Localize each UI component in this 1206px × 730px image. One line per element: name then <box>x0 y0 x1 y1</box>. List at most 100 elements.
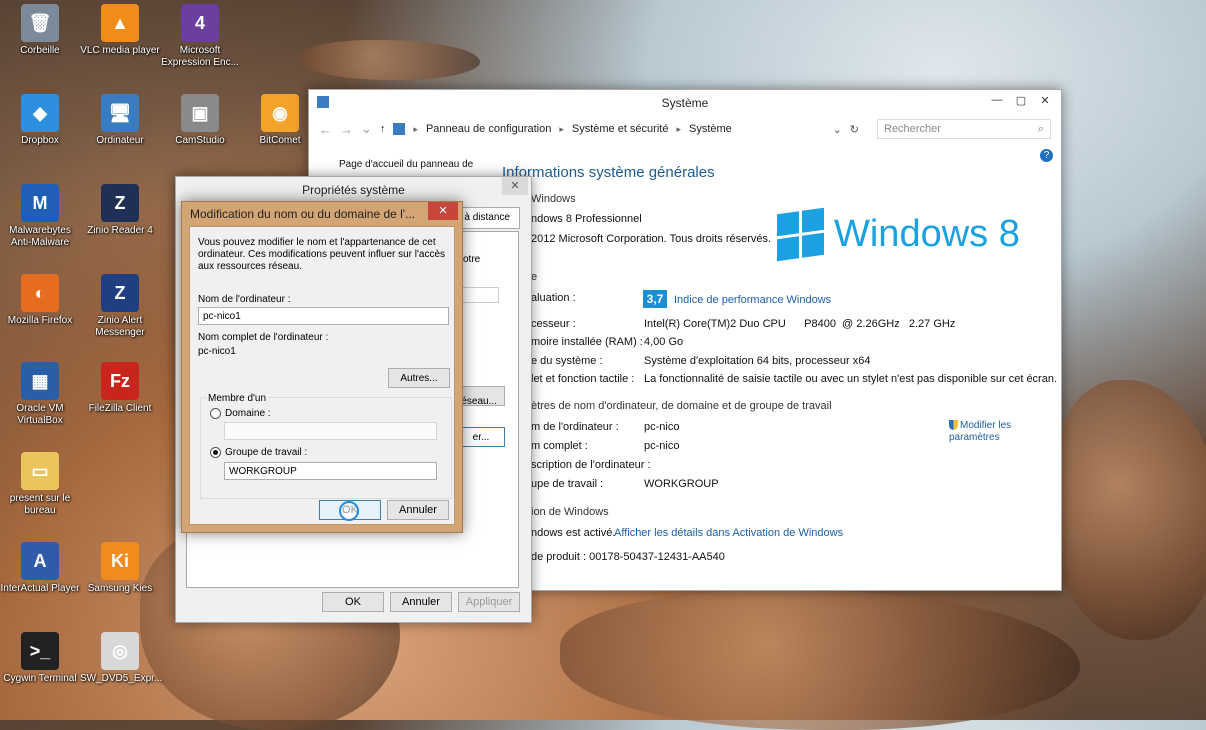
desktop-shortcut-label: present sur le bureau <box>9 493 71 516</box>
rename-computer-dialog[interactable]: Modification du nom ou du domaine de l'.… <box>181 201 463 533</box>
desktop-shortcut[interactable]: >_ Cygwin Terminal <box>0 632 80 685</box>
modify-settings-link[interactable]: Modifier les paramètres <box>949 420 1029 444</box>
properties-cancel-button[interactable]: Annuler <box>390 592 452 612</box>
desktop-shortcut[interactable]: ◆ Dropbox <box>0 94 80 147</box>
breadcrumb-item[interactable]: Système et sécurité <box>572 123 669 135</box>
shield-icon <box>949 420 958 430</box>
edition-value: ndows 8 Professionnel <box>531 213 642 225</box>
breadcrumb-separator: ▸ <box>413 123 418 134</box>
system-window-icon <box>317 96 329 108</box>
desktop-shortcut[interactable]: Z Zinio Reader 4 <box>80 184 160 237</box>
workgroup-radio-label: Groupe de travail : <box>225 447 308 458</box>
change-button[interactable]: er... <box>457 427 505 447</box>
breadcrumb-item[interactable]: Système <box>689 123 732 135</box>
minimize-icon[interactable]: — <box>985 90 1009 110</box>
properties-close-button[interactable]: ✕ <box>502 177 528 195</box>
windows8-logo-text: Windows 8 <box>834 213 1020 255</box>
ram-label: moire installée (RAM) : <box>531 336 643 348</box>
activation-details-link[interactable]: Afficher les détails dans Activation de … <box>614 527 843 539</box>
chevron-down-icon[interactable]: ⌄ <box>361 121 372 137</box>
search-icon[interactable]: ⌕ <box>1038 123 1044 136</box>
forward-arrow-icon[interactable]: → <box>340 122 353 137</box>
desktop-shortcut-label: CamStudio <box>175 135 225 146</box>
desktop-shortcut[interactable]: 🖥 Ordinateur <box>80 94 160 147</box>
rating-label: aluation : <box>531 292 576 304</box>
dialog-titlebar[interactable]: Modification du nom ou du domaine de l'.… <box>182 202 462 226</box>
workgroup-radio[interactable]: Groupe de travail : <box>210 447 307 458</box>
copyright-text: 2012 Microsoft Corporation. Tous droits … <box>531 233 772 245</box>
desktop-shortcut[interactable]: 4 Microsoft Expression Enc... <box>160 4 240 69</box>
desktop-shortcut[interactable]: 🗑 Corbeille <box>0 4 80 57</box>
dialog-body: Vous pouvez modifier le nom et l'apparte… <box>189 226 455 525</box>
desktop-shortcut[interactable]: A InterActual Player <box>0 542 80 595</box>
desktop-shortcut-label: Samsung Kies <box>87 583 153 594</box>
dropbox-icon: ◆ <box>21 94 59 132</box>
description-label: scription de l'ordinateur : <box>531 459 651 471</box>
breadcrumb-item[interactable]: Panneau de configuration <box>426 123 551 135</box>
page-heading: Informations système générales <box>502 164 715 181</box>
workgroup-input[interactable]: WORKGROUP <box>224 462 437 480</box>
zinio-reader-icon: Z <box>101 184 139 222</box>
desktop-shortcut[interactable]: Fz FileZilla Client <box>80 362 160 415</box>
refresh-icon[interactable]: ↻ <box>850 123 859 136</box>
computer-name-section-title: ètres de nom d'ordinateur, de domaine et… <box>531 400 832 412</box>
desktop-shortcut-label: InterActual Player <box>0 583 80 594</box>
performance-index-link[interactable]: Indice de performance Windows <box>674 294 831 306</box>
member-of-label: Membre d'un <box>206 393 269 404</box>
desktop-shortcut[interactable]: ◐ Mozilla Firefox <box>0 274 80 327</box>
domain-radio[interactable]: Domaine : <box>210 408 271 419</box>
mouse-cursor-indicator <box>339 501 359 521</box>
background-rock <box>560 590 1080 730</box>
help-icon[interactable]: ? <box>1040 149 1053 162</box>
activation-status: ndows est activé. <box>531 527 616 539</box>
processor-value: Intel(R) Core(TM)2 Duo CPU P8400 @ 2.26G… <box>644 318 956 330</box>
activation-section-title: ion de Windows <box>531 506 609 518</box>
system-window-title: Système <box>661 96 709 110</box>
radio-checked-icon <box>210 447 221 458</box>
properties-titlebar[interactable]: Propriétés système <box>176 177 531 203</box>
search-input[interactable]: Rechercher ⌕ <box>877 119 1051 139</box>
edition-section-title: Windows <box>531 193 576 205</box>
desktop-shortcut[interactable]: ▭ present sur le bureau <box>0 452 80 517</box>
desktop-shortcut[interactable]: Ki Samsung Kies <box>80 542 160 595</box>
network-id-button[interactable]: e réseau... <box>457 385 505 407</box>
camstudio-icon: ▣ <box>181 94 219 132</box>
properties-apply-button[interactable]: Appliquer <box>458 592 520 612</box>
more-button[interactable]: Autres... <box>388 368 450 388</box>
desktop-shortcut[interactable]: ▲ VLC media player <box>80 4 160 57</box>
system-type-label: e du système : <box>531 355 603 367</box>
windows8-logo: Windows 8 <box>777 207 1020 262</box>
back-arrow-icon[interactable]: ← <box>319 122 332 137</box>
domain-input[interactable] <box>224 422 437 440</box>
desktop-shortcut[interactable]: Z Zinio Alert Messenger <box>80 274 160 339</box>
workgroup-label: upe de travail : <box>531 478 604 490</box>
computer-icon: 🖥 <box>101 94 139 132</box>
desktop-shortcut[interactable]: M Malwarebytes Anti-Malware <box>0 184 80 249</box>
firefox-icon: ◐ <box>21 274 59 312</box>
desktop-shortcut[interactable]: ◎ SW_DVD5_Expr... <box>80 632 162 685</box>
desktop-shortcut-label: Microsoft Expression Enc... <box>161 45 239 68</box>
desktop-shortcut[interactable]: ▣ CamStudio <box>160 94 240 147</box>
full-name-label: m complet : <box>531 440 588 452</box>
address-bar[interactable]: ← → ⌄ ↑ ▸ Panneau de configuration ▸ Sys… <box>309 116 1061 142</box>
dialog-cancel-button[interactable]: Annuler <box>387 500 449 520</box>
desktop-shortcut-label: Oracle VM VirtualBox <box>16 403 64 426</box>
desktop-shortcut-label: Mozilla Firefox <box>7 315 73 326</box>
up-arrow-icon[interactable]: ↑ <box>380 123 386 135</box>
system-titlebar[interactable]: Système — ▢ ✕ <box>309 90 1061 116</box>
desktop-shortcut[interactable]: ▦ Oracle VM VirtualBox <box>0 362 80 427</box>
sidebar-link-home[interactable]: Page d'accueil du panneau de configurati… <box>339 158 489 172</box>
dialog-close-button[interactable]: ✕ <box>428 202 458 220</box>
domain-radio-label: Domaine : <box>225 408 271 419</box>
properties-ok-button[interactable]: OK <box>322 592 384 612</box>
virtualbox-icon: ▦ <box>21 362 59 400</box>
close-icon[interactable]: ✕ <box>1033 90 1057 110</box>
search-placeholder: Rechercher <box>884 123 941 135</box>
dropdown-icon[interactable]: ⌄ <box>833 123 842 136</box>
background-rock <box>300 40 480 80</box>
windows-flag-icon <box>777 207 824 262</box>
dialog-title: Modification du nom ou du domaine de l'.… <box>190 207 416 221</box>
computer-name-input[interactable]: pc-nico1 <box>198 307 449 325</box>
maximize-icon[interactable]: ▢ <box>1009 90 1033 110</box>
radio-unchecked-icon <box>210 408 221 419</box>
